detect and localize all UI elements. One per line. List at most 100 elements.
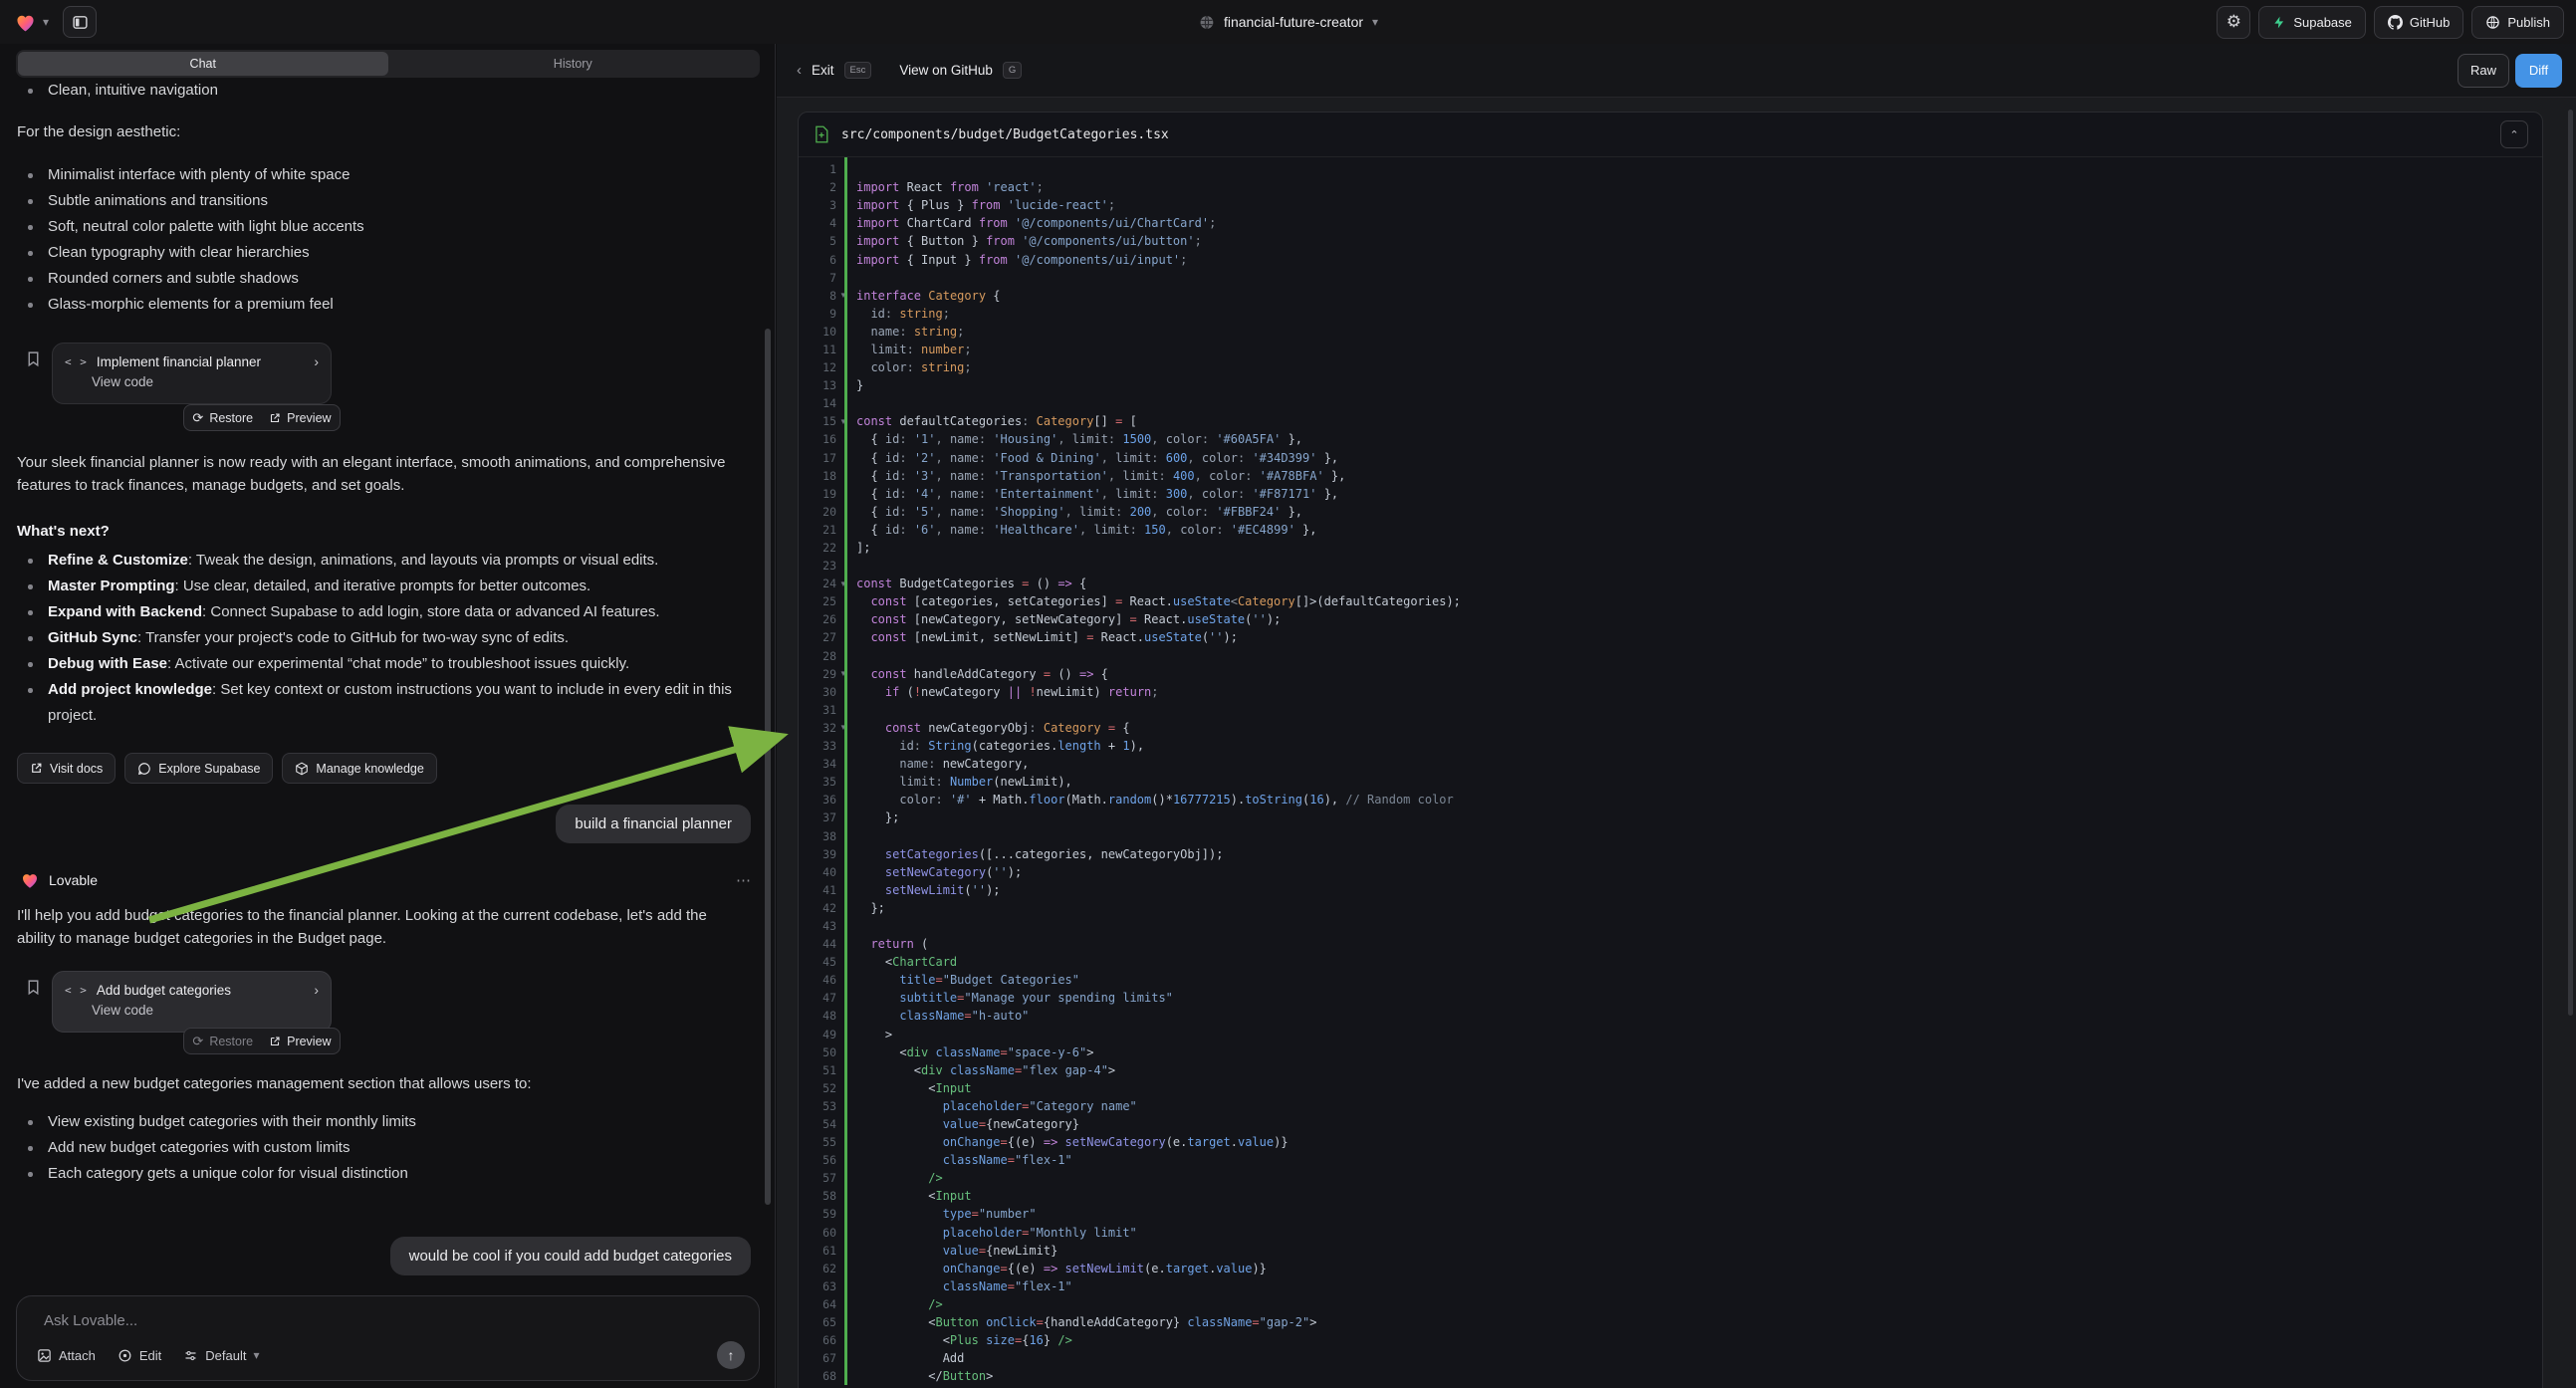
bookmark-icon[interactable] — [25, 977, 42, 998]
code-scrollbar[interactable] — [2568, 110, 2573, 1016]
code-line: 39 setCategories([...categories, newCate… — [799, 845, 2542, 863]
exit-button[interactable]: Exit — [812, 63, 834, 78]
code-line: 49 > — [799, 1026, 2542, 1043]
logo-chevron-down-icon[interactable]: ▾ — [43, 15, 49, 29]
restore-button[interactable]: ⟳Restore — [192, 410, 253, 426]
chevron-right-icon: › — [314, 982, 319, 998]
collapse-file-button[interactable]: ⌃ — [2500, 120, 2528, 148]
code-line: 42 }; — [799, 899, 2542, 917]
code-text: /> — [856, 1171, 943, 1185]
bullet-item: Glass-morphic elements for a premium fee… — [17, 292, 738, 318]
version-card-add-budget-categories[interactable]: < > Add budget categories › View code — [52, 971, 332, 1033]
code-line: 18 { id: '3', name: 'Transportation', li… — [799, 467, 2542, 485]
tab-history[interactable]: History — [388, 52, 759, 76]
line-number: 68 — [799, 1369, 836, 1383]
code-text: name: string; — [856, 325, 964, 339]
supabase-button[interactable]: Supabase — [2258, 6, 2366, 39]
code-line: 50 <div className="space-y-6"> — [799, 1043, 2542, 1061]
code-text: const [newLimit, setNewLimit] = React.us… — [856, 630, 1238, 644]
settings-button[interactable]: ⚙ — [2217, 6, 2250, 39]
line-number: 18 — [799, 469, 836, 483]
diff-toggle-button[interactable]: Diff — [2515, 54, 2562, 88]
line-number: 6 — [799, 253, 836, 267]
bullet-item: Clean typography with clear hierarchies — [17, 240, 738, 266]
line-number: 54 — [799, 1117, 836, 1131]
github-button[interactable]: GitHub — [2374, 6, 2463, 39]
code-line: 44 return ( — [799, 935, 2542, 953]
line-number: 12 — [799, 360, 836, 374]
attach-button[interactable]: Attach — [37, 1348, 96, 1363]
edit-mode-button[interactable]: Edit — [117, 1348, 161, 1363]
sidebar-toggle-button[interactable] — [63, 6, 97, 38]
code-text: const [newCategory, setNewCategory] = Re… — [856, 612, 1281, 626]
code-text: <Input — [856, 1081, 972, 1095]
code-viewer-panel: ‹ Exit Esc View on GitHub G Raw Diff src… — [777, 44, 2576, 1388]
bullet-item: Debug with Ease: Activate our experiment… — [17, 651, 738, 677]
bullet-item: Refine & Customize: Tweak the design, an… — [17, 548, 738, 574]
preview-button[interactable]: Preview — [269, 1035, 331, 1048]
line-number: 32 — [799, 721, 836, 735]
code-line: 3import { Plus } from 'lucide-react'; — [799, 196, 2542, 214]
manage-knowledge-button[interactable]: Manage knowledge — [282, 753, 436, 784]
line-number: 61 — [799, 1244, 836, 1258]
line-number: 67 — [799, 1351, 836, 1365]
code-text: if (!newCategory || !newLimit) return; — [856, 685, 1159, 699]
file-header[interactable]: src/components/budget/BudgetCategories.t… — [799, 113, 2542, 157]
whats-next-bullet-list: Refine & Customize: Tweak the design, an… — [17, 548, 738, 729]
raw-toggle-button[interactable]: Raw — [2458, 54, 2509, 88]
view-code-link[interactable]: View code — [92, 374, 319, 389]
ready-paragraph: Your sleek financial planner is now read… — [17, 451, 738, 497]
publish-button[interactable]: Publish — [2471, 6, 2564, 39]
code-text: setCategories([...categories, newCategor… — [856, 847, 1223, 861]
code-text: setNewLimit(''); — [856, 883, 1001, 897]
preview-button[interactable]: Preview — [269, 411, 331, 425]
code-line: 27 const [newLimit, setNewLimit] = React… — [799, 628, 2542, 646]
code-text: <div className="flex gap-4"> — [856, 1063, 1115, 1077]
line-number: 41 — [799, 883, 836, 897]
code-text: { id: '2', name: 'Food & Dining', limit:… — [856, 451, 1338, 465]
code-text: subtitle="Manage your spending limits" — [856, 991, 1173, 1005]
line-number: 9 — [799, 307, 836, 321]
line-number: 63 — [799, 1279, 836, 1293]
code-text: { id: '5', name: 'Shopping', limit: 200,… — [856, 505, 1302, 519]
line-number: 5 — [799, 234, 836, 248]
explore-supabase-button[interactable]: Explore Supabase — [124, 753, 273, 784]
bookmark-icon[interactable] — [25, 348, 42, 369]
code-text: Add — [856, 1351, 964, 1365]
chat-composer[interactable]: Ask Lovable... Attach Edit Default ▾ ↑ — [16, 1295, 760, 1381]
line-number: 65 — [799, 1315, 836, 1329]
chat-history-tabs: Chat History — [16, 50, 760, 78]
line-number: 29 — [799, 667, 836, 681]
line-number: 45 — [799, 955, 836, 969]
code-text: > — [856, 1028, 892, 1041]
code-line: 28 — [799, 647, 2542, 665]
tab-chat[interactable]: Chat — [18, 52, 388, 76]
chat-scrollbar[interactable] — [765, 329, 771, 1205]
line-number: 35 — [799, 775, 836, 789]
quick-actions-row: Visit docs Explore Supabase Manage knowl… — [17, 753, 437, 784]
code-text: import { Input } from '@/components/ui/i… — [856, 253, 1187, 267]
code-text: </Button> — [856, 1369, 993, 1383]
project-switcher[interactable]: financial-future-creator ▾ — [1198, 14, 1378, 31]
code-line: 14 — [799, 394, 2542, 412]
view-code-link[interactable]: View code — [92, 1003, 319, 1018]
view-on-github-link[interactable]: View on GitHub — [899, 63, 993, 78]
composer-placeholder[interactable]: Ask Lovable... — [44, 1312, 743, 1329]
send-button[interactable]: ↑ — [717, 1341, 745, 1369]
message-menu-icon[interactable]: ⋯ — [736, 871, 752, 889]
code-line: 31 — [799, 701, 2542, 719]
code-text: <ChartCard — [856, 955, 957, 969]
visit-docs-button[interactable]: Visit docs — [17, 753, 116, 784]
intro-bullet-list: Clean, intuitive navigation — [17, 78, 738, 104]
line-number: 1 — [799, 162, 836, 176]
code-viewer-header: ‹ Exit Esc View on GitHub G Raw Diff — [777, 44, 2576, 98]
lovable-logo-icon[interactable] — [14, 11, 37, 34]
code-line: 1 — [799, 160, 2542, 178]
code-line: 15▼const defaultCategories: Category[] =… — [799, 412, 2542, 430]
version-card-implement-financial-planner[interactable]: < > Implement financial planner › View c… — [52, 343, 332, 404]
code-line: 51 <div className="flex gap-4"> — [799, 1061, 2542, 1079]
model-selector[interactable]: Default ▾ — [183, 1348, 259, 1363]
publish-globe-icon — [2485, 15, 2500, 30]
restore-button[interactable]: ⟳Restore — [192, 1034, 253, 1049]
code-line: 19 { id: '4', name: 'Entertainment', lim… — [799, 485, 2542, 503]
